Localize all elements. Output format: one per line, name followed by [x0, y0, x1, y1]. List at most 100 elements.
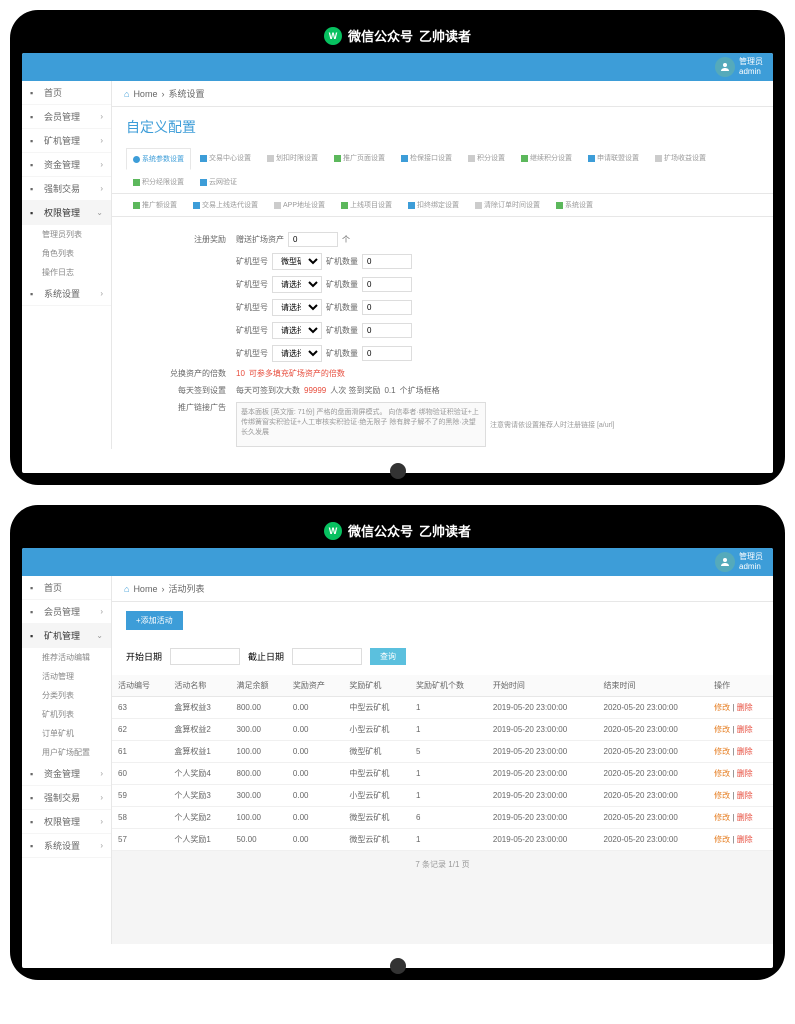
- sidebar-item[interactable]: ▪强制交易›: [22, 177, 111, 201]
- chevron-icon: ›: [100, 817, 103, 826]
- screen-1: 管理员 admin ▪首页▪会员管理›▪矿机管理›▪资金管理›▪强制交易›▪权限…: [22, 53, 773, 473]
- config-tab[interactable]: 系统参数设置: [126, 148, 191, 170]
- sidebar-subitem[interactable]: 矿机列表: [22, 705, 111, 724]
- user-info[interactable]: 管理员 admin: [739, 552, 763, 571]
- edit-icon: ▪: [30, 817, 40, 827]
- delete-link[interactable]: 删除: [737, 813, 753, 822]
- edit-link[interactable]: 修改: [714, 747, 730, 756]
- top-bar: 管理员 admin: [22, 53, 773, 81]
- config-tab[interactable]: 清除订单时间设置: [468, 194, 547, 216]
- config-tab[interactable]: 系统设置: [549, 194, 600, 216]
- delete-link[interactable]: 删除: [737, 747, 753, 756]
- config-tab[interactable]: 扩场收益设置: [648, 147, 713, 169]
- edit-link[interactable]: 修改: [714, 813, 730, 822]
- sidebar-item[interactable]: ▪矿机管理⌄: [22, 624, 111, 648]
- config-tab[interactable]: 划扣时限设置: [260, 147, 325, 169]
- tabs-row-1: 系统参数设置交易中心设置划扣时限设置推广页面设置检保接口设置积分设置继续积分设置…: [112, 147, 773, 194]
- machine-count-input[interactable]: [362, 323, 412, 338]
- config-tab[interactable]: APP地址设置: [267, 194, 332, 216]
- table-header: 奖励矿机: [343, 675, 410, 697]
- machine-type-select[interactable]: 请选择: [272, 276, 322, 293]
- monitor-frame-1: W 微信公众号 乙帅读者 管理员 admin ▪首页▪会员管理›▪矿机管理›▪资…: [10, 10, 785, 485]
- promo-ad-textarea[interactable]: 基本面板 [英文版: 71份] 严格的盘面滑屏模式。 向信奉者·绑物验证积验证+…: [236, 402, 486, 447]
- machine-count-input[interactable]: [362, 300, 412, 315]
- sidebar-item[interactable]: ▪首页: [22, 81, 111, 105]
- sidebar-subitem[interactable]: 角色列表: [22, 244, 111, 263]
- reg-reward-input[interactable]: [288, 232, 338, 247]
- home-icon[interactable]: ⌂: [124, 584, 129, 594]
- tab-icon: [200, 155, 207, 162]
- sidebar-item[interactable]: ▪矿机管理›: [22, 129, 111, 153]
- tab-icon: [341, 202, 348, 209]
- machine-count-input[interactable]: [362, 254, 412, 269]
- config-tab[interactable]: 上线项目设置: [334, 194, 399, 216]
- edit-link[interactable]: 修改: [714, 835, 730, 844]
- sidebar-subitem[interactable]: 推荐活动编辑: [22, 648, 111, 667]
- sidebar-subitem[interactable]: 活动管理: [22, 667, 111, 686]
- edit-link[interactable]: 修改: [714, 725, 730, 734]
- machine-type-select[interactable]: 请选择: [272, 322, 322, 339]
- sidebar-item[interactable]: ▪强制交易›: [22, 786, 111, 810]
- search-button[interactable]: 查询: [370, 648, 406, 665]
- machine-type-select[interactable]: 微型矿机: [272, 253, 322, 270]
- config-tab[interactable]: 扣终绑定设置: [401, 194, 466, 216]
- sidebar-item[interactable]: ▪权限管理⌄: [22, 201, 111, 225]
- user-info[interactable]: 管理员 admin: [739, 57, 763, 76]
- delete-link[interactable]: 删除: [737, 791, 753, 800]
- sidebar-subitem[interactable]: 操作日志: [22, 263, 111, 282]
- end-date-input[interactable]: [292, 648, 362, 665]
- config-tab[interactable]: 推广额设置: [126, 194, 184, 216]
- avatar[interactable]: [715, 57, 735, 77]
- sidebar-item[interactable]: ▪资金管理›: [22, 153, 111, 177]
- sidebar-subitem[interactable]: 管理员列表: [22, 225, 111, 244]
- config-tab[interactable]: 检保接口设置: [394, 147, 459, 169]
- tab-icon: [267, 155, 274, 162]
- config-tab[interactable]: 积分设置: [461, 147, 512, 169]
- config-tab[interactable]: 推广页面设置: [327, 147, 392, 169]
- edit-icon: ▪: [30, 208, 40, 218]
- config-tab[interactable]: 申请联盟设置: [581, 147, 646, 169]
- machine-count-input[interactable]: [362, 346, 412, 361]
- sidebar-item[interactable]: ▪权限管理›: [22, 810, 111, 834]
- chevron-icon: ›: [100, 112, 103, 121]
- tab-icon: [556, 202, 563, 209]
- sidebar-item[interactable]: ▪会员管理›: [22, 600, 111, 624]
- edit-link[interactable]: 修改: [714, 769, 730, 778]
- delete-link[interactable]: 删除: [737, 769, 753, 778]
- chevron-icon: ›: [100, 769, 103, 778]
- edit-link[interactable]: 修改: [714, 791, 730, 800]
- machine-type-select[interactable]: 请选择: [272, 345, 322, 362]
- table-header: 结束时间: [598, 675, 709, 697]
- sidebar-item[interactable]: ▪会员管理›: [22, 105, 111, 129]
- sidebar-subitem[interactable]: 订单矿机: [22, 724, 111, 743]
- sidebar-item[interactable]: ▪首页: [22, 576, 111, 600]
- delete-link[interactable]: 删除: [737, 725, 753, 734]
- sidebar-item[interactable]: ▪系统设置›: [22, 834, 111, 858]
- sidebar-subitem[interactable]: 用户矿场配置: [22, 743, 111, 762]
- delete-link[interactable]: 删除: [737, 835, 753, 844]
- machine-type-select[interactable]: 请选择: [272, 299, 322, 316]
- sidebar-subitem[interactable]: 分类列表: [22, 686, 111, 705]
- config-tab[interactable]: 积分经限设置: [126, 171, 191, 193]
- chevron-icon: ›: [100, 793, 103, 802]
- breadcrumb-home[interactable]: Home: [133, 89, 157, 99]
- list-icon: ▪: [30, 160, 40, 170]
- config-tab[interactable]: 交易上线迭代设置: [186, 194, 265, 216]
- chevron-icon: ›: [100, 184, 103, 193]
- config-tab[interactable]: 交易中心设置: [193, 147, 258, 169]
- edit-link[interactable]: 修改: [714, 703, 730, 712]
- tab-icon: [334, 155, 341, 162]
- machine-count-input[interactable]: [362, 277, 412, 292]
- sidebar-item[interactable]: ▪系统设置›: [22, 282, 111, 306]
- avatar[interactable]: [715, 552, 735, 572]
- start-date-input[interactable]: [170, 648, 240, 665]
- home-icon[interactable]: ⌂: [124, 89, 129, 99]
- table-row: 59个人奖励3300.000.00小型云矿机12019-05-20 23:00:…: [112, 785, 773, 807]
- sidebar-item[interactable]: ▪资金管理›: [22, 762, 111, 786]
- config-tab[interactable]: 云网验证: [193, 171, 244, 193]
- breadcrumb-current: 活动列表: [168, 582, 204, 595]
- config-tab[interactable]: 继续积分设置: [514, 147, 579, 169]
- delete-link[interactable]: 删除: [737, 703, 753, 712]
- breadcrumb-home[interactable]: Home: [133, 584, 157, 594]
- add-activity-button[interactable]: +添加活动: [126, 611, 183, 630]
